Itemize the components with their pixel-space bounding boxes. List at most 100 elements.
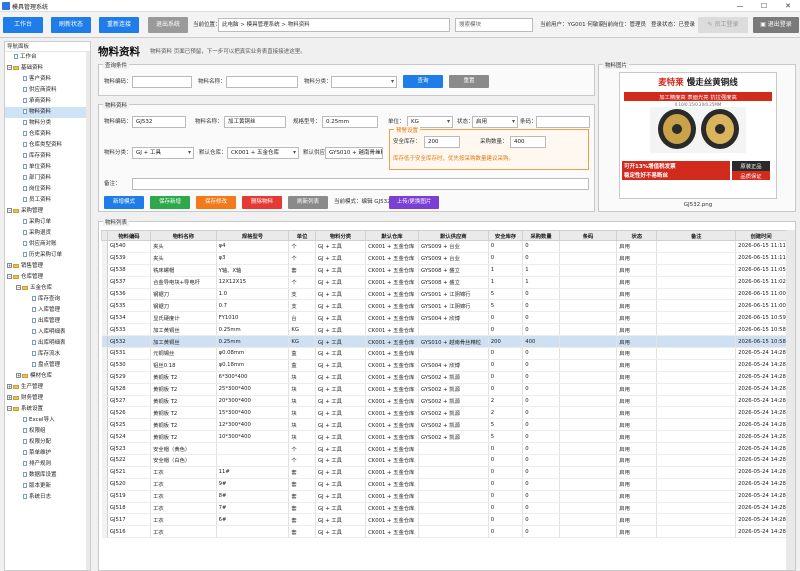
table-cell[interactable]: 0: [522, 406, 560, 420]
query-name-input[interactable]: [226, 76, 298, 88]
sidebar-item[interactable]: − 采购管理: [5, 206, 90, 217]
table-cell[interactable]: 启用: [616, 323, 658, 337]
table-cell[interactable]: 7#: [216, 502, 290, 515]
table-cell[interactable]: [559, 525, 618, 539]
table-cell[interactable]: GJ516: [107, 525, 152, 539]
table-cell[interactable]: 6*300*400: [216, 371, 290, 384]
table-cell[interactable]: 2026-05-24 14:28: [735, 490, 787, 503]
table-cell[interactable]: 9#: [216, 478, 290, 491]
table-cell[interactable]: GYS002 + 凯源: [418, 406, 489, 420]
table-cell[interactable]: 启用: [616, 240, 658, 253]
table-cell[interactable]: 启用: [616, 466, 658, 479]
table-cell[interactable]: 0: [488, 347, 524, 360]
table-cell[interactable]: φ4: [216, 240, 290, 253]
table-cell[interactable]: 块: [288, 371, 316, 384]
table-cell[interactable]: 1: [488, 264, 524, 277]
sidebar-item[interactable]: 采购订单: [5, 217, 90, 228]
table-cell[interactable]: [559, 288, 618, 301]
table-cell[interactable]: GJ + 工具: [315, 383, 367, 396]
table-cell[interactable]: CK001 + 五金仓库: [365, 478, 419, 491]
table-cell[interactable]: GJ539: [107, 252, 152, 265]
table-row[interactable]: GJ535 钢锯刀 0.7 支 GJ + 工具 CK001 + 五金仓库 GYS001 + …: [101, 299, 787, 313]
table-cell[interactable]: 套: [288, 525, 316, 539]
table-cell[interactable]: 2026-05-24 14:28: [735, 359, 787, 372]
table-cell[interactable]: 2: [488, 395, 524, 408]
table-cell[interactable]: GYS010 + 越南骨丝精粒: [418, 335, 489, 349]
table-cell[interactable]: KG: [288, 323, 316, 337]
table-cell[interactable]: GJ517: [107, 513, 152, 527]
table-cell[interactable]: GJ537: [107, 276, 152, 289]
table-cell[interactable]: [559, 466, 618, 479]
table-cell[interactable]: [656, 311, 737, 325]
table-cell[interactable]: 2026-06-15 11:11: [735, 252, 787, 265]
table-cell[interactable]: 2026-05-24 14:28: [735, 466, 787, 479]
table-cell[interactable]: GJ518: [107, 502, 152, 515]
table-cell[interactable]: [559, 478, 618, 491]
column-header[interactable]: 默认仓库: [365, 230, 419, 241]
table-cell[interactable]: CK001 + 五金仓库: [365, 359, 419, 372]
sidebar-item[interactable]: 物料资料: [5, 107, 90, 118]
table-cell[interactable]: 启用: [616, 347, 658, 360]
table-cell[interactable]: 2026-05-24 14:28: [735, 418, 787, 432]
table-cell[interactable]: 2026-05-24 14:28: [735, 513, 787, 527]
table-cell[interactable]: CK001 + 五金仓库: [365, 406, 419, 420]
table-cell[interactable]: 黄铜板 T2: [150, 371, 217, 384]
table-vertical-scrollbar[interactable]: [786, 230, 795, 570]
table-cell[interactable]: 启用: [616, 490, 658, 503]
form-spec-input[interactable]: 0.25mm: [322, 116, 378, 128]
table-cell[interactable]: 0: [488, 513, 524, 527]
table-cell[interactable]: GJ + 工具: [315, 264, 367, 277]
table-cell[interactable]: 2026-05-24 14:28: [735, 347, 787, 360]
table-cell[interactable]: GYS009 + 台业: [418, 240, 489, 253]
table-cell[interactable]: [656, 466, 737, 479]
table-cell[interactable]: [216, 454, 290, 467]
maximize-button[interactable]: ☐: [752, 0, 776, 12]
table-cell[interactable]: GJ + 工具: [315, 335, 367, 349]
form-category-select[interactable]: GJ + 工具: [132, 147, 194, 159]
table-cell[interactable]: [656, 430, 737, 444]
sidebar-item[interactable]: 仓库资料: [5, 129, 90, 140]
column-header[interactable]: 物料分类: [314, 230, 367, 241]
table-cell[interactable]: 套: [288, 264, 316, 277]
table-cell[interactable]: 2026-06-15 11:00: [735, 299, 787, 313]
table-cell[interactable]: 0: [522, 252, 560, 265]
table-cell[interactable]: GJ + 工具: [315, 240, 367, 253]
table-cell[interactable]: GJ + 工具: [315, 442, 367, 456]
table-row[interactable]: GJ527 黄铜板 T2 20*300*400 块 GJ + 工具 CK001 + 五金仓…: [101, 395, 787, 408]
table-cell[interactable]: 0: [488, 252, 524, 265]
table-row[interactable]: GJ525 黄铜板 T2 12*300*400 块 GJ + 工具 CK001 + 五金仓…: [101, 418, 787, 432]
table-cell[interactable]: 0: [522, 383, 560, 396]
table-cell[interactable]: 2026-06-15 10:59: [735, 311, 787, 325]
table-cell[interactable]: [656, 276, 737, 289]
table-cell[interactable]: 0: [488, 454, 524, 467]
table-cell[interactable]: 0: [488, 502, 524, 515]
table-cell[interactable]: 启用: [616, 395, 658, 408]
table-cell[interactable]: 个: [288, 454, 316, 467]
table-cell[interactable]: CK001 + 五金仓库: [365, 276, 419, 289]
collapse-toggle-icon[interactable]: −: [7, 65, 12, 70]
table-row[interactable]: GJ534 显氏硬度计 FY1010 台 GJ + 工具 CK001 + 五金仓库 GYS0…: [101, 311, 787, 325]
table-cell[interactable]: 2026-06-15 10:58: [735, 335, 787, 349]
sidebar-item[interactable]: 岗位资料: [5, 184, 90, 195]
save-new-button[interactable]: 保存新增: [150, 196, 190, 209]
sidebar-item[interactable]: + 模材仓库: [5, 371, 90, 382]
table-cell[interactable]: GYS002 + 凯源: [418, 383, 489, 396]
sidebar-item[interactable]: + 财务管理: [5, 393, 90, 404]
table-cell[interactable]: 个: [288, 276, 316, 289]
table-cell[interactable]: GJ538: [107, 264, 152, 277]
sidebar-item[interactable]: Excel导入: [5, 415, 90, 426]
sidebar-item[interactable]: 排产规则: [5, 459, 90, 470]
form-supplier-select[interactable]: GYS010 + 越南骨丝精: [325, 147, 383, 159]
table-cell[interactable]: CK001 + 五金仓库: [365, 252, 419, 265]
sidebar-item[interactable]: 权限分配: [5, 437, 90, 448]
table-row[interactable]: GJ518 工衣 7# 套 GJ + 工具 CK001 + 五金仓库 0 0 启用 2026-05…: [101, 502, 787, 515]
table-cell[interactable]: [656, 502, 737, 515]
table-row[interactable]: GJ537 合金导电块+导电杆 12X12X15 个 GJ + 工具 CK001 + 五金…: [101, 276, 787, 289]
table-cell[interactable]: GJ + 工具: [315, 311, 367, 325]
table-cell[interactable]: 0: [522, 418, 560, 432]
sidebar-item[interactable]: 物料分类: [5, 118, 90, 129]
column-header[interactable]: 物料名称: [150, 230, 217, 241]
table-cell[interactable]: 0: [522, 311, 560, 325]
collapse-toggle-icon[interactable]: −: [7, 208, 12, 213]
table-cell[interactable]: GJ520: [107, 478, 152, 491]
